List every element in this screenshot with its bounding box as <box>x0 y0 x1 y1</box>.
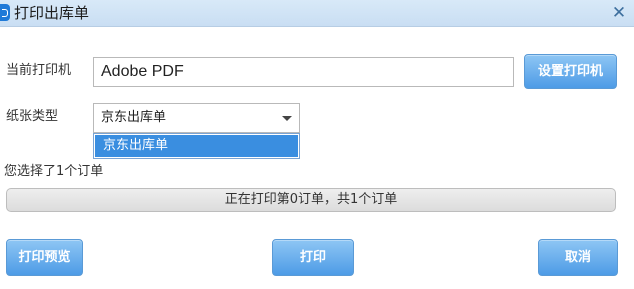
dropdown-option-jd-outbound[interactable]: 京东出库单 <box>95 135 298 157</box>
print-button[interactable]: 打印 <box>272 239 354 276</box>
printer-field[interactable]: Adobe PDF <box>93 57 514 87</box>
print-dialog: 打印出库单 ✕ 当前打印机 Adobe PDF 设置打印机 纸张类型 京东出库单… <box>0 0 634 289</box>
app-logo-icon <box>0 4 10 21</box>
cancel-button[interactable]: 取消 <box>538 239 618 276</box>
printer-label: 当前打印机 <box>6 63 72 78</box>
window-title: 打印出库单 <box>14 4 90 22</box>
paper-type-label: 纸张类型 <box>6 109 59 124</box>
setup-printer-button[interactable]: 设置打印机 <box>524 54 617 89</box>
paper-type-dropdown-list: 京东出库单 <box>93 133 300 159</box>
paper-type-select[interactable]: 京东出库单 <box>93 103 300 133</box>
print-progress-bar: 正在打印第0订单，共1个订单 <box>6 188 616 212</box>
chevron-down-icon[interactable] <box>282 116 292 121</box>
title-bar[interactable]: 打印出库单 ✕ <box>0 0 634 27</box>
selected-order-count: 您选择了1个订单 <box>4 164 104 179</box>
progress-text: 正在打印第0订单，共1个订单 <box>224 192 398 207</box>
paper-type-selected-value: 京东出库单 <box>101 110 167 125</box>
print-preview-button[interactable]: 打印预览 <box>6 239 83 276</box>
close-icon[interactable]: ✕ <box>608 2 630 24</box>
